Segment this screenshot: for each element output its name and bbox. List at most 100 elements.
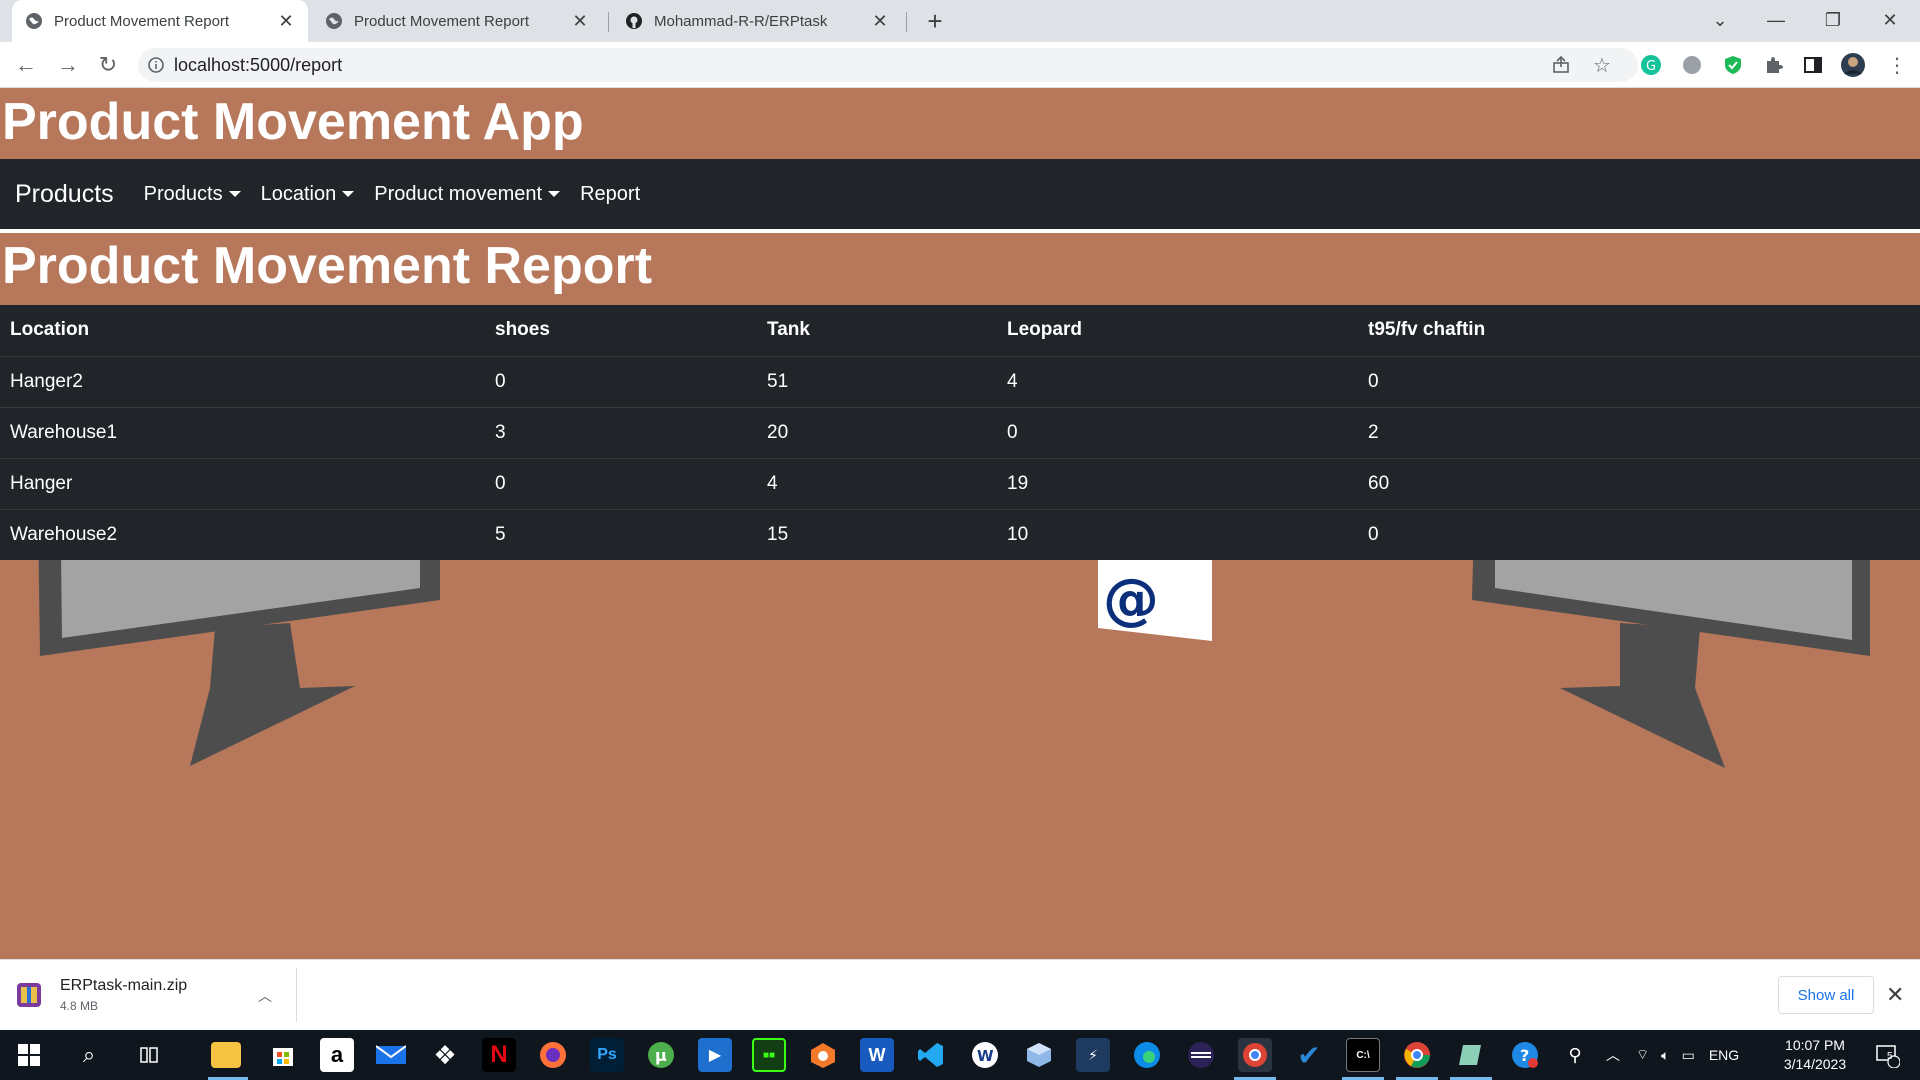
notepad-icon[interactable] xyxy=(1454,1038,1488,1072)
nav-item-label: Location xyxy=(260,182,337,205)
table-cell: Hanger2 xyxy=(0,356,485,408)
photoshop-icon[interactable]: Ps xyxy=(590,1038,624,1072)
firefox-icon[interactable] xyxy=(536,1038,570,1072)
show-hidden-icons-icon[interactable]: ︿ xyxy=(1606,1045,1620,1065)
terminal-app-icon[interactable]: ■■ xyxy=(752,1038,786,1072)
profile-avatar[interactable] xyxy=(1840,52,1866,78)
download-item[interactable]: ERPtask-main.zip 4.8 MB xyxy=(14,970,294,1020)
column-header: Location xyxy=(0,305,485,357)
download-bar: ERPtask-main.zip 4.8 MB ︿ Show all ✕ xyxy=(0,959,1920,1030)
shield-extension-icon[interactable] xyxy=(1720,52,1746,78)
tab-product-movement-report-1[interactable]: Product Movement Report ✕ xyxy=(12,0,308,42)
share-icon[interactable] xyxy=(1548,52,1574,78)
volume-icon[interactable]: 🔈︎ xyxy=(1661,1047,1669,1064)
language-indicator[interactable]: ENG xyxy=(1709,1047,1739,1063)
chrome-icon[interactable] xyxy=(1400,1038,1434,1072)
close-download-bar-icon[interactable]: ✕ xyxy=(1886,982,1904,1008)
nav-product-movement-dropdown[interactable]: Product movement xyxy=(374,183,561,206)
grammarly-icon[interactable]: G xyxy=(1638,52,1664,78)
dropbox-icon[interactable]: ❖ xyxy=(428,1038,462,1072)
report-title: Product Movement Report xyxy=(2,237,653,295)
close-tab-icon[interactable]: ✕ xyxy=(870,11,890,31)
forward-button[interactable]: → xyxy=(52,49,84,81)
close-tab-icon[interactable]: ✕ xyxy=(276,11,296,31)
nav-location-dropdown[interactable]: Location xyxy=(261,183,355,206)
tab-search-icon[interactable]: ⌄ xyxy=(1700,0,1740,40)
table-cell: 5 xyxy=(495,523,506,545)
show-all-button[interactable]: Show all xyxy=(1778,976,1874,1014)
table-cell: Hanger xyxy=(0,458,485,510)
navbar-divider xyxy=(0,229,1920,233)
virtualbox-icon[interactable] xyxy=(1022,1038,1056,1072)
help-icon[interactable]: ? xyxy=(1508,1038,1542,1072)
close-tab-icon[interactable]: ✕ xyxy=(570,11,590,31)
reload-button[interactable]: ↻ xyxy=(92,49,124,81)
caret-down-icon xyxy=(548,191,561,197)
email-card-illustration: @ xyxy=(1098,558,1212,641)
back-button[interactable]: ← xyxy=(10,49,42,81)
wifi-icon[interactable]: ⌔ xyxy=(1636,1046,1649,1064)
tab-separator xyxy=(906,12,907,32)
chevron-up-icon[interactable]: ︿ xyxy=(258,986,272,1006)
blender-icon[interactable] xyxy=(806,1038,840,1072)
sql-tool-icon[interactable]: ⚡ xyxy=(1076,1038,1110,1072)
tab-product-movement-report-2[interactable]: Product Movement Report ✕ xyxy=(312,0,602,42)
svg-text:µ: µ xyxy=(655,1046,667,1065)
windows-start-icon[interactable] xyxy=(12,1038,46,1072)
restore-button[interactable]: ❐ xyxy=(1813,0,1853,40)
table-cell: 19 xyxy=(997,458,1358,510)
table-cell: 60 xyxy=(1358,458,1920,510)
close-window-button[interactable]: ✕ xyxy=(1870,0,1910,40)
notification-center-icon[interactable]: 5 xyxy=(1870,1038,1904,1072)
zip-file-icon xyxy=(17,983,41,1007)
extensions-puzzle-icon[interactable] xyxy=(1760,52,1786,78)
netflix-icon[interactable]: N xyxy=(482,1038,516,1072)
task-view-icon[interactable] xyxy=(132,1038,166,1072)
tab-strip: Product Movement Report ✕ Product Moveme… xyxy=(0,0,1920,42)
app-title: Product Movement App xyxy=(2,93,584,151)
file-explorer-icon[interactable] xyxy=(211,1042,241,1068)
app-header: Product Movement App xyxy=(0,88,1920,158)
taskbar-clock[interactable]: 10:07 PM 3/14/2023 xyxy=(1770,1036,1860,1074)
app-w-circle-icon[interactable]: W xyxy=(968,1038,1002,1072)
people-icon[interactable]: ⚲ xyxy=(1558,1038,1592,1072)
tab-title: Product Movement Report xyxy=(54,12,230,30)
new-tab-button[interactable]: + xyxy=(922,6,948,36)
nav-item-label: Report xyxy=(580,182,641,205)
menu-kebab-icon[interactable]: ⋮ xyxy=(1884,52,1910,78)
battery-icon[interactable]: ▭ xyxy=(1682,1047,1695,1064)
word-icon[interactable]: W xyxy=(860,1038,894,1072)
site-info-icon[interactable] xyxy=(138,57,174,73)
svg-text:@: @ xyxy=(1103,567,1159,632)
vscode-icon[interactable] xyxy=(914,1038,948,1072)
tab-github-erptask[interactable]: Mohammad-R-R/ERPtask ✕ xyxy=(612,0,902,42)
download-divider xyxy=(296,968,297,1022)
minimize-button[interactable]: — xyxy=(1756,0,1796,40)
nav-item-label: Products xyxy=(143,182,223,205)
command-prompt-icon[interactable]: C:\ xyxy=(1346,1038,1380,1072)
column-header: shoes xyxy=(485,305,757,357)
mail-icon[interactable] xyxy=(374,1038,408,1072)
table-row: Hanger 0 4 19 60 xyxy=(0,458,1920,510)
video-player-icon[interactable]: ▶ xyxy=(698,1038,732,1072)
globe-icon xyxy=(324,11,344,31)
side-panel-icon[interactable] xyxy=(1800,52,1826,78)
chrome-profile-icon[interactable] xyxy=(1238,1038,1272,1072)
address-bar[interactable]: localhost:5000/report xyxy=(138,48,1638,82)
bookmark-star-icon[interactable]: ☆ xyxy=(1589,52,1615,78)
search-icon[interactable]: ⌕ xyxy=(72,1038,106,1072)
eclipse-icon[interactable] xyxy=(1184,1038,1218,1072)
caret-down-icon xyxy=(228,191,241,197)
utorrent-icon[interactable]: µ xyxy=(644,1038,678,1072)
nav-products-dropdown[interactable]: Products xyxy=(144,183,241,206)
amazon-icon[interactable]: a xyxy=(320,1038,354,1072)
table-cell: 15 xyxy=(767,523,789,545)
table-cell: Warehouse2 xyxy=(10,523,118,545)
tab-title: Mohammad-R-R/ERPtask xyxy=(654,12,828,30)
extension-icon[interactable] xyxy=(1679,52,1705,78)
navbar-brand[interactable]: Products xyxy=(15,180,114,209)
edge-icon[interactable] xyxy=(1130,1038,1164,1072)
store-icon[interactable] xyxy=(266,1038,300,1072)
nav-report-link[interactable]: Report xyxy=(580,183,640,206)
todo-check-icon[interactable]: ✔ xyxy=(1292,1038,1326,1072)
